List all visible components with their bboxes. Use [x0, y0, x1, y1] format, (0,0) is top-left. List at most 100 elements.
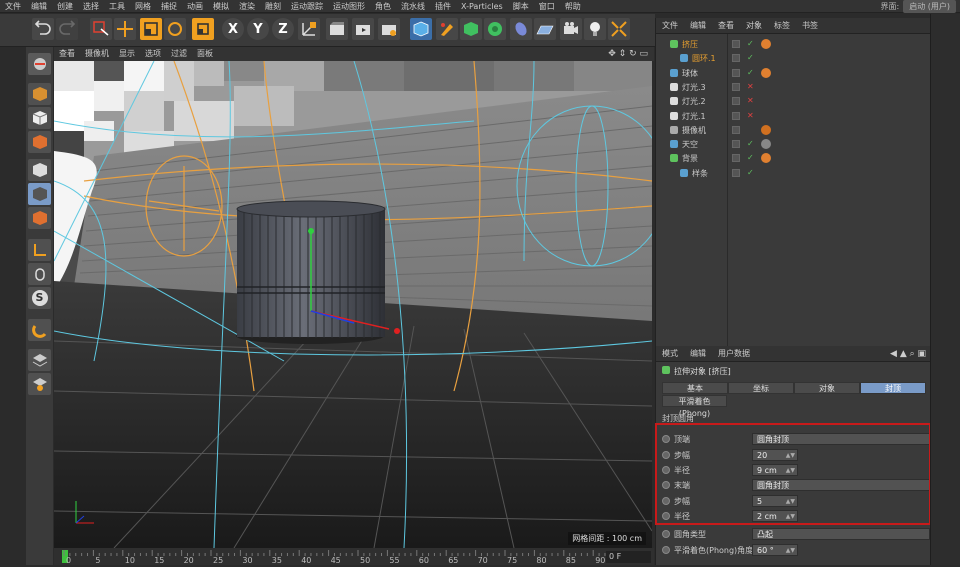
disabled-icon[interactable]: ✕	[747, 111, 754, 120]
layer-swatch[interactable]	[732, 97, 740, 106]
solo-icon[interactable]: S	[28, 287, 51, 309]
object-name[interactable]: 球体	[682, 68, 698, 79]
light-icon[interactable]	[584, 18, 606, 40]
world-coord-icon[interactable]	[298, 18, 320, 40]
cube-icon[interactable]	[410, 18, 432, 40]
object-name[interactable]: 背景	[682, 153, 698, 164]
points-mode-icon[interactable]	[28, 131, 51, 153]
model-mode-icon[interactable]	[28, 53, 51, 75]
enabled-check-icon[interactable]: ✓	[747, 168, 754, 177]
om-menu-view[interactable]: 查看	[712, 18, 740, 34]
param-dropdown[interactable]: 凸起	[752, 528, 930, 540]
render-region-icon[interactable]	[608, 18, 630, 40]
scale-icon[interactable]	[140, 18, 162, 40]
enabled-check-icon[interactable]: ✓	[747, 39, 754, 48]
om-menu-file[interactable]: 文件	[656, 18, 684, 34]
timeline[interactable]: 0 5 10 15 20 25 30 35 40 45 50 55 60 65 70 75 80 85 90	[54, 548, 654, 565]
object-name[interactable]: 灯光.3	[682, 82, 706, 93]
tab-caps[interactable]: 封顶	[860, 382, 926, 394]
camera-icon[interactable]	[560, 18, 582, 40]
layer-swatch[interactable]	[732, 68, 740, 77]
menu-edit[interactable]: 编辑	[26, 0, 52, 13]
snap-icon[interactable]	[28, 263, 51, 285]
am-nav-icons[interactable]: ◀ ▲ ⌕ ▣	[890, 349, 926, 359]
enabled-check-icon[interactable]: ✓	[747, 139, 754, 148]
axis-mode-icon[interactable]	[28, 207, 51, 229]
layer-swatch[interactable]	[732, 54, 740, 63]
param-anim-icon[interactable]	[662, 546, 670, 554]
floor-icon[interactable]	[534, 18, 556, 40]
viewport-menu-options[interactable]: 选项	[140, 47, 166, 61]
interface-select[interactable]: 启动 (用户)	[903, 0, 956, 13]
tab-coord[interactable]: 坐标	[728, 382, 794, 394]
layer-swatch[interactable]	[732, 82, 740, 91]
layer-browser-icon[interactable]	[28, 373, 51, 395]
menu-render[interactable]: 渲染	[234, 0, 260, 13]
move-icon[interactable]	[114, 18, 136, 40]
object-name[interactable]: 天空	[682, 139, 698, 150]
render-settings-icon[interactable]	[378, 18, 400, 40]
tab-basic[interactable]: 基本	[662, 382, 728, 394]
subdivision-icon[interactable]	[460, 18, 482, 40]
om-menu-objects[interactable]: 对象	[740, 18, 768, 34]
menu-simulate[interactable]: 模拟	[208, 0, 234, 13]
layer-swatch[interactable]	[732, 140, 740, 149]
redo-icon[interactable]	[56, 18, 78, 40]
z-axis-icon[interactable]: Z	[272, 18, 294, 40]
layer-swatch[interactable]	[732, 168, 740, 177]
om-menu-bookmarks[interactable]: 书签	[796, 18, 824, 34]
x-axis-icon[interactable]: X	[222, 18, 244, 40]
object-name[interactable]: 圆环.1	[692, 53, 716, 64]
object-name[interactable]: 样条	[692, 168, 708, 179]
menu-file[interactable]: 文件	[0, 0, 26, 13]
undo-icon[interactable]	[32, 18, 54, 40]
menu-motion-tracking[interactable]: 运动跟踪	[286, 0, 328, 13]
texture-mode-icon[interactable]	[28, 83, 51, 105]
layer-swatch[interactable]	[732, 40, 740, 48]
om-menu-edit[interactable]: 编辑	[684, 18, 712, 34]
layer-icon[interactable]	[28, 349, 51, 371]
object-row[interactable]: 灯光.2 ✕	[656, 94, 931, 108]
enabled-check-icon[interactable]: ✓	[747, 53, 754, 62]
render-view-icon[interactable]	[326, 18, 348, 40]
object-tag-icon[interactable]	[761, 139, 771, 150]
param-number-field[interactable]: 60 ° ▲▼	[752, 544, 798, 556]
live-select-icon[interactable]	[90, 18, 112, 40]
object-tag-icon[interactable]	[761, 153, 771, 164]
deformer-icon[interactable]	[510, 18, 532, 40]
am-menu-mode[interactable]: 模式	[656, 346, 684, 362]
menu-tools[interactable]: 工具	[104, 0, 130, 13]
param-anim-icon[interactable]	[662, 530, 670, 538]
object-row[interactable]: 摄像机	[656, 123, 931, 137]
object-row[interactable]: 天空 ✓	[656, 137, 931, 151]
menu-snap[interactable]: 捕捉	[156, 0, 182, 13]
object-row[interactable]: 球体 ✓	[656, 66, 931, 80]
polygons-mode-icon[interactable]	[28, 183, 51, 205]
object-row[interactable]: 样条 ✓	[656, 166, 931, 180]
menu-window[interactable]: 窗口	[534, 0, 560, 13]
object-tag-icon[interactable]	[761, 124, 771, 135]
am-menu-edit[interactable]: 编辑	[684, 346, 712, 362]
3d-viewport[interactable]: 网格间距 : 100 cm	[54, 61, 652, 548]
menu-plugins[interactable]: 插件	[430, 0, 456, 13]
recent-tool-icon[interactable]	[192, 18, 214, 40]
cloner-icon[interactable]	[484, 18, 506, 40]
enabled-check-icon[interactable]: ✓	[747, 68, 754, 77]
disabled-icon[interactable]: ✕	[747, 96, 754, 105]
menu-character[interactable]: 角色	[370, 0, 396, 13]
menu-select[interactable]: 选择	[78, 0, 104, 13]
layer-swatch[interactable]	[732, 111, 740, 120]
layer-swatch[interactable]	[732, 125, 740, 134]
enabled-check-icon[interactable]: ✓	[747, 153, 754, 162]
grid-snap-icon[interactable]	[28, 319, 51, 341]
viewport-menu-panel[interactable]: 面板	[192, 47, 218, 61]
stepper-arrows-icon[interactable]: ▲▼	[786, 545, 795, 557]
menu-sculpt[interactable]: 雕刻	[260, 0, 286, 13]
om-menu-tags[interactable]: 标签	[768, 18, 796, 34]
object-name[interactable]: 灯光.2	[682, 96, 706, 107]
viewport-menu-display[interactable]: 显示	[114, 47, 140, 61]
viewport-menu-camera[interactable]: 摄像机	[80, 47, 114, 61]
object-row[interactable]: 圆环.1 ✓	[656, 51, 931, 65]
menu-x-particles[interactable]: X-Particles	[456, 0, 508, 13]
object-row[interactable]: 背景 ✓	[656, 151, 931, 165]
